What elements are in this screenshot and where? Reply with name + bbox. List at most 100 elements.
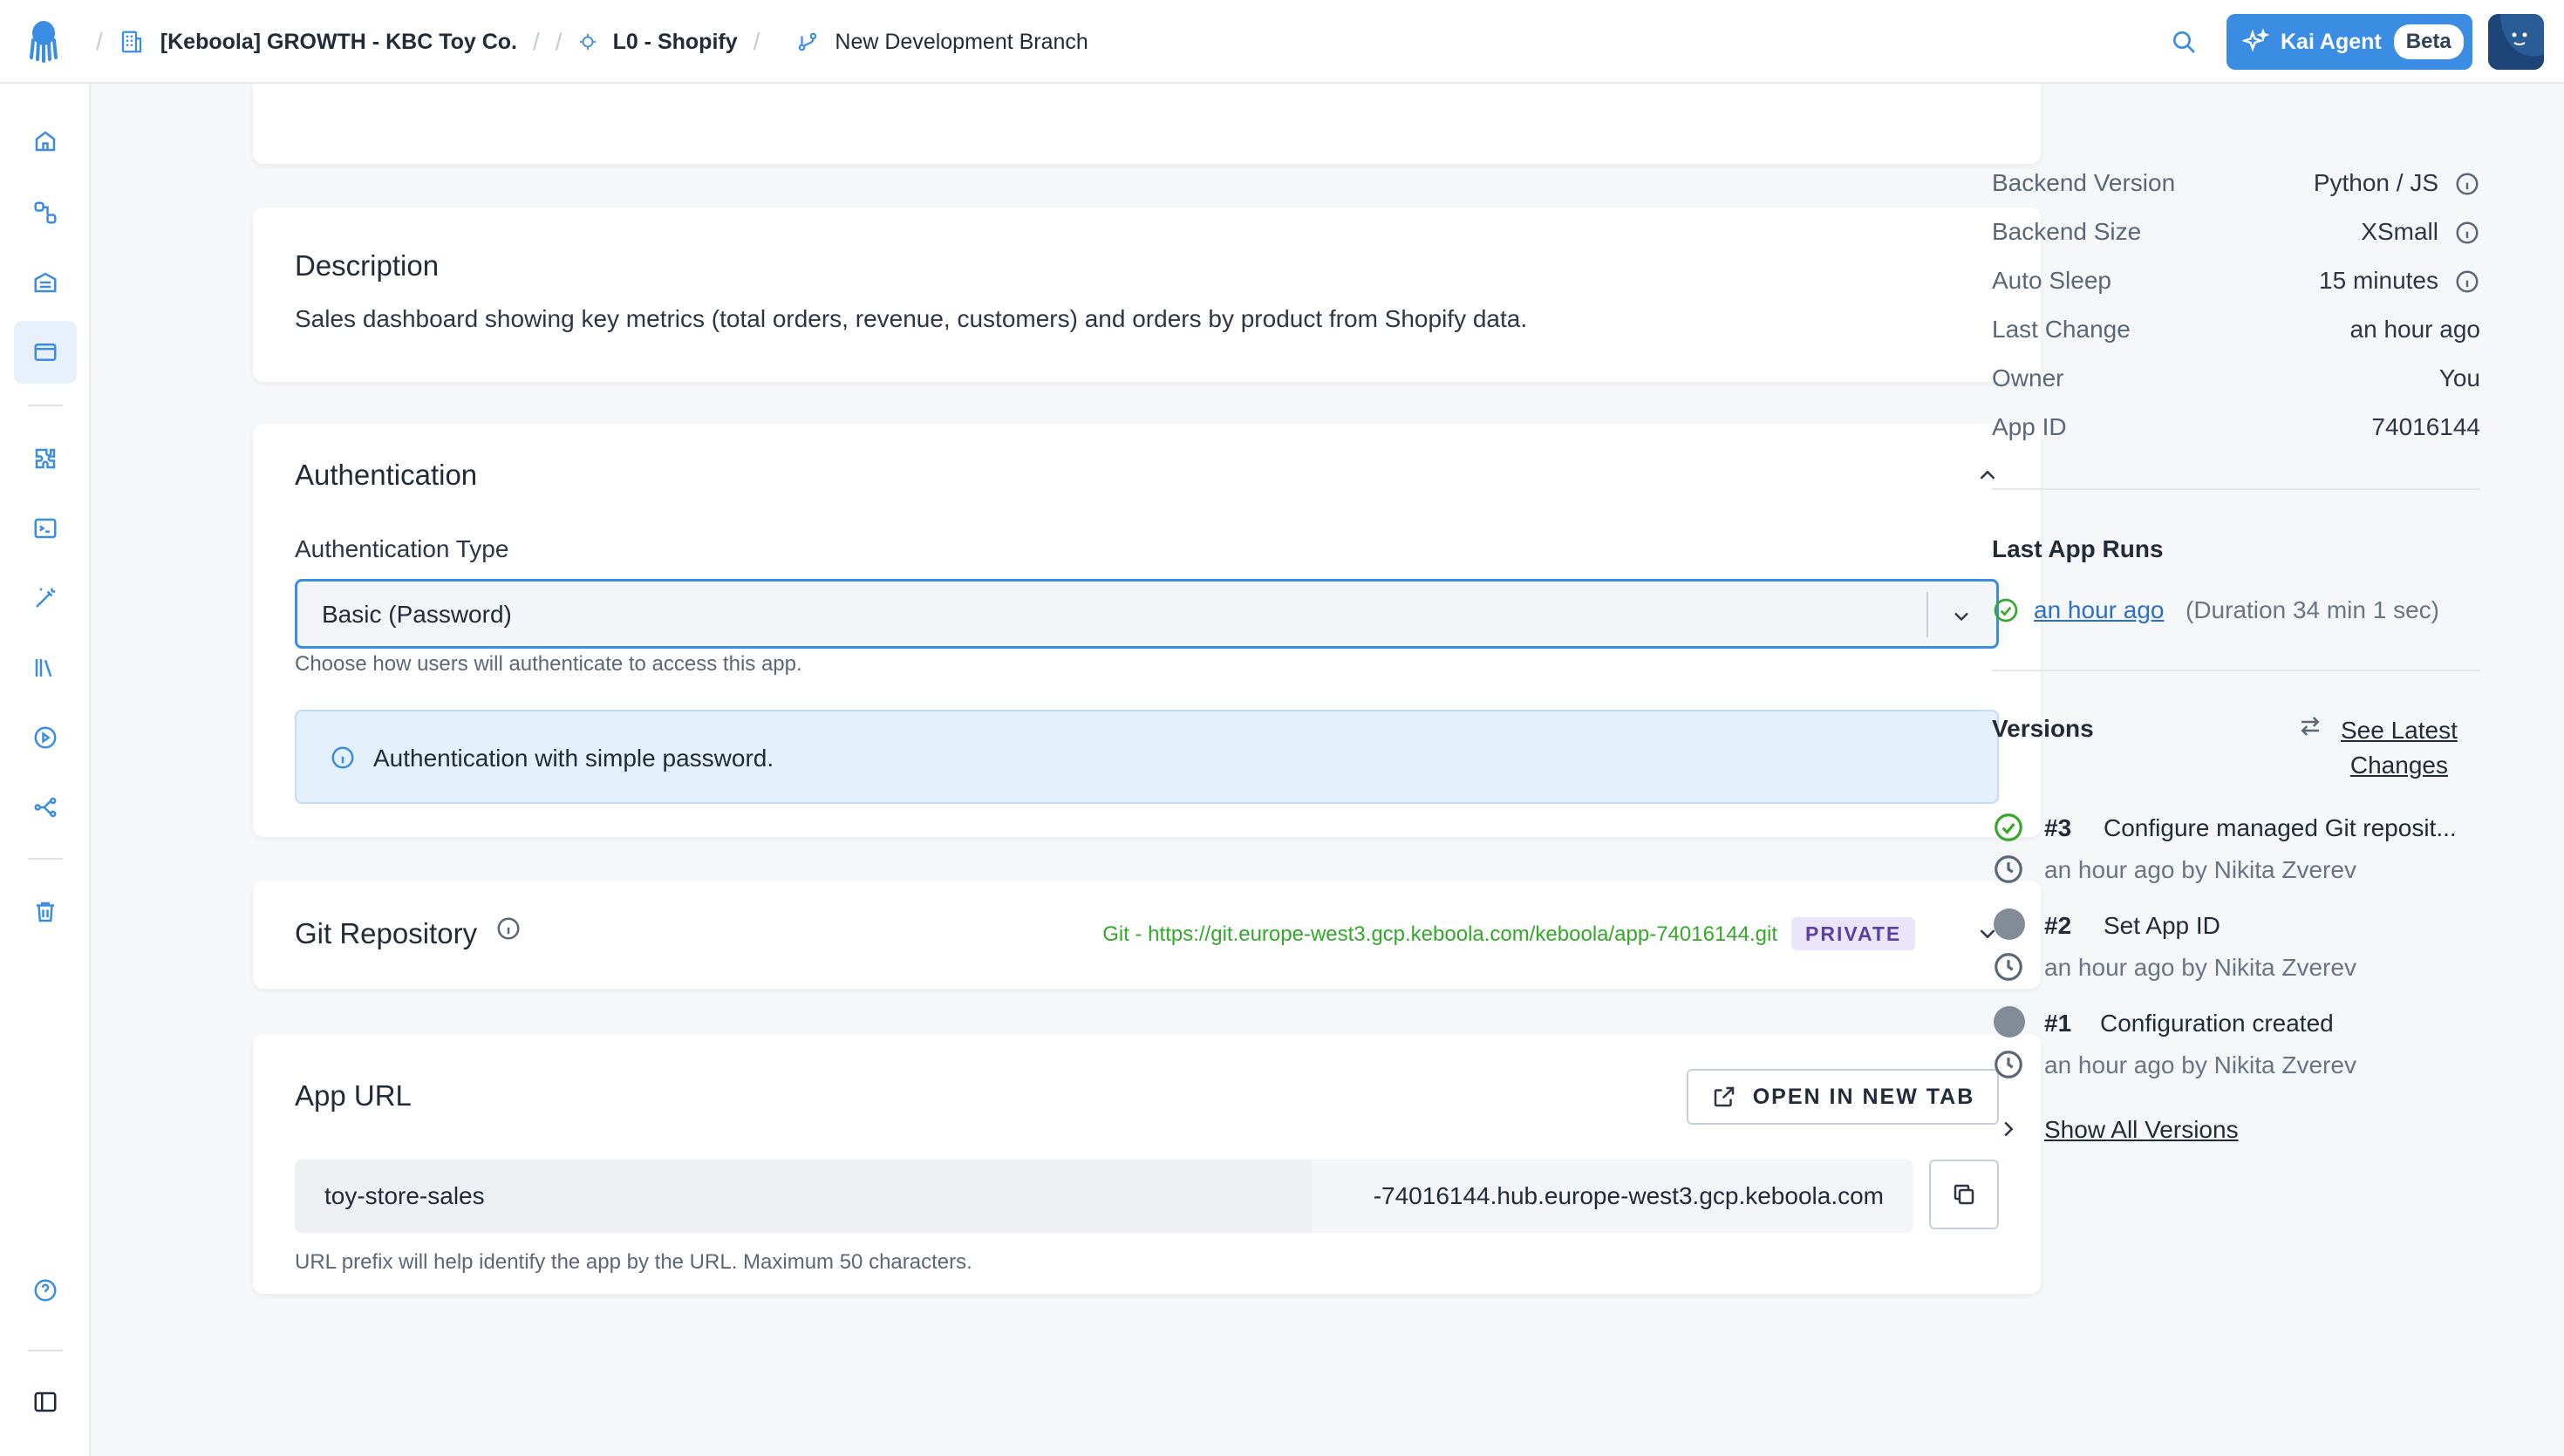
check-circle-icon <box>1994 598 2018 623</box>
version-meta: an hour ago by Nikita Zverev <box>2044 954 2356 981</box>
version-status-dot <box>1994 1006 2025 1038</box>
detail-label: App ID <box>1992 413 2067 440</box>
select-divider <box>1926 592 1928 637</box>
authentication-card: Authentication Authentication Type Basic… <box>253 424 2041 837</box>
sidebar-item-lineage[interactable] <box>14 776 77 839</box>
versions-title: Versions <box>1992 715 2094 742</box>
info-icon[interactable] <box>2454 269 2480 295</box>
detail-label: Auto Sleep <box>1992 267 2111 294</box>
copy-url-button[interactable] <box>1929 1160 1999 1229</box>
version-number: #3 <box>2044 814 2072 841</box>
description-card: Description Sales dashboard showing key … <box>253 208 2041 382</box>
trash-icon <box>37 901 54 922</box>
detail-last-change: Last Change an hour ago <box>1992 312 2480 347</box>
lineage-icon <box>34 797 57 818</box>
info-icon <box>331 746 354 769</box>
sidebar-item-workspaces[interactable] <box>14 497 77 560</box>
puzzle-icon <box>35 448 56 469</box>
magic-wand-icon <box>36 588 56 608</box>
sparkles-icon <box>2242 28 2270 52</box>
storage-icon <box>34 272 57 293</box>
sidebar-item-flows[interactable] <box>14 181 77 244</box>
url-prefix-hint: URL prefix will help identify the app by… <box>295 1250 972 1274</box>
previous-card <box>253 84 2041 164</box>
home-icon <box>35 131 56 152</box>
see-latest-line-1: See Latest <box>2341 717 2458 744</box>
authentication-type-select[interactable]: Basic (Password) <box>295 579 1999 649</box>
detail-backend-size: Backend Size XSmall <box>1992 214 2480 249</box>
breadcrumb-separator: / <box>555 28 563 55</box>
clock-icon <box>1995 1051 2022 1078</box>
panel-divider <box>1992 488 2480 490</box>
version-item[interactable]: #3 Configure managed Git reposit... an h… <box>1992 811 2480 898</box>
description-title: Description <box>295 249 440 282</box>
version-number: #2 <box>2044 912 2072 939</box>
breadcrumb-separator: / <box>96 28 103 55</box>
version-name: Configuration created <box>2100 1010 2334 1037</box>
version-status-dot <box>1994 908 2025 940</box>
authentication-title: Authentication <box>295 459 478 491</box>
breadcrumb-configuration[interactable]: L0 - Shopify <box>578 30 738 55</box>
authentication-info-box: Authentication with simple password. <box>295 710 1999 804</box>
git-repository-title: Git Repository <box>295 917 478 949</box>
detail-value: an hour ago <box>2349 316 2480 343</box>
version-item[interactable]: #1 Configuration created an hour ago by … <box>1992 1006 2480 1093</box>
breadcrumb-separator: / <box>533 28 540 55</box>
breadcrumb: / [Keboola] GROWTH - KBC Toy Co. / / L0 … <box>80 0 1088 84</box>
sidebar-item-components[interactable] <box>14 427 77 490</box>
last-run-duration: (Duration 34 min 1 sec) <box>2186 596 2440 623</box>
breadcrumb-project[interactable]: [Keboola] GROWTH - KBC Toy Co. <box>119 29 517 55</box>
keboola-logo-icon[interactable] <box>26 19 61 63</box>
authentication-type-label: Authentication Type <box>295 535 509 562</box>
configuration-name: L0 - Shopify <box>612 29 738 54</box>
help-icon <box>34 1279 57 1302</box>
detail-value: Python / JS <box>2313 169 2438 196</box>
breadcrumb-separator: / <box>753 28 760 55</box>
sidebar-item-templates[interactable] <box>14 636 77 699</box>
open-in-new-tab-label: OPEN IN NEW TAB <box>1752 1084 1975 1109</box>
user-avatar[interactable] <box>2488 14 2544 70</box>
info-icon[interactable] <box>2454 220 2480 246</box>
project-name: [Keboola] GROWTH - KBC Toy Co. <box>160 29 517 54</box>
url-suffix: -74016144.hub.europe-west3.gcp.keboola.c… <box>1312 1160 1913 1233</box>
panel-divider <box>1992 670 2480 671</box>
authentication-type-value: Basic (Password) <box>322 601 512 628</box>
flow-icon <box>34 201 57 224</box>
open-in-new-tab-button[interactable]: OPEN IN NEW TAB <box>1687 1069 1999 1125</box>
play-circle-icon <box>34 726 57 749</box>
check-circle-icon <box>1995 813 2022 841</box>
kai-agent-button[interactable]: Kai Agent Beta <box>2226 14 2472 70</box>
git-repository-url[interactable]: Git - https://git.europe-west3.gcp.keboo… <box>1102 922 1777 947</box>
sidebar-item-help[interactable] <box>14 1259 77 1322</box>
see-latest-line-2: Changes <box>2349 752 2448 779</box>
sidebar-toggle[interactable] <box>14 1371 77 1433</box>
sidebar-item-storage[interactable] <box>14 251 77 314</box>
detail-value: You <box>2438 364 2480 391</box>
search-icon <box>2173 31 2195 53</box>
breadcrumb-branch[interactable]: New Development Branch <box>796 30 1088 55</box>
see-latest-changes-link[interactable]: See Latest Changes <box>2341 713 2458 783</box>
info-icon[interactable] <box>2454 171 2480 197</box>
url-prefix-input[interactable]: toy-store-sales <box>295 1160 1312 1233</box>
sidebar-item-home[interactable] <box>14 110 77 173</box>
last-run-link[interactable]: an hour ago <box>2034 596 2164 624</box>
detail-value: 74016144 <box>2371 413 2480 440</box>
sidebar-item-magic[interactable] <box>14 567 77 629</box>
sidebar-item-jobs[interactable] <box>14 706 77 769</box>
detail-value: 15 minutes <box>2319 267 2438 294</box>
external-link-icon <box>1714 1086 1734 1107</box>
detail-value: XSmall <box>2361 218 2438 245</box>
info-icon[interactable] <box>495 915 522 942</box>
sidebar-item-apps[interactable] <box>14 321 77 384</box>
sidebar-item-trash[interactable] <box>14 881 77 943</box>
git-repository-card[interactable]: Git Repository Git - https://git.europe-… <box>253 881 2041 989</box>
chevron-down-icon <box>1954 612 1968 622</box>
search-button[interactable] <box>2165 23 2203 61</box>
detail-label: Backend Size <box>1992 218 2142 245</box>
version-name: Set App ID <box>2104 912 2220 939</box>
sidebar-divider <box>28 405 63 406</box>
building-icon <box>121 31 141 53</box>
app-window-icon <box>34 344 57 361</box>
version-name: Configure managed Git reposit... <box>2104 814 2457 841</box>
version-item[interactable]: #2 Set App ID an hour ago by Nikita Zver… <box>1992 908 2480 996</box>
